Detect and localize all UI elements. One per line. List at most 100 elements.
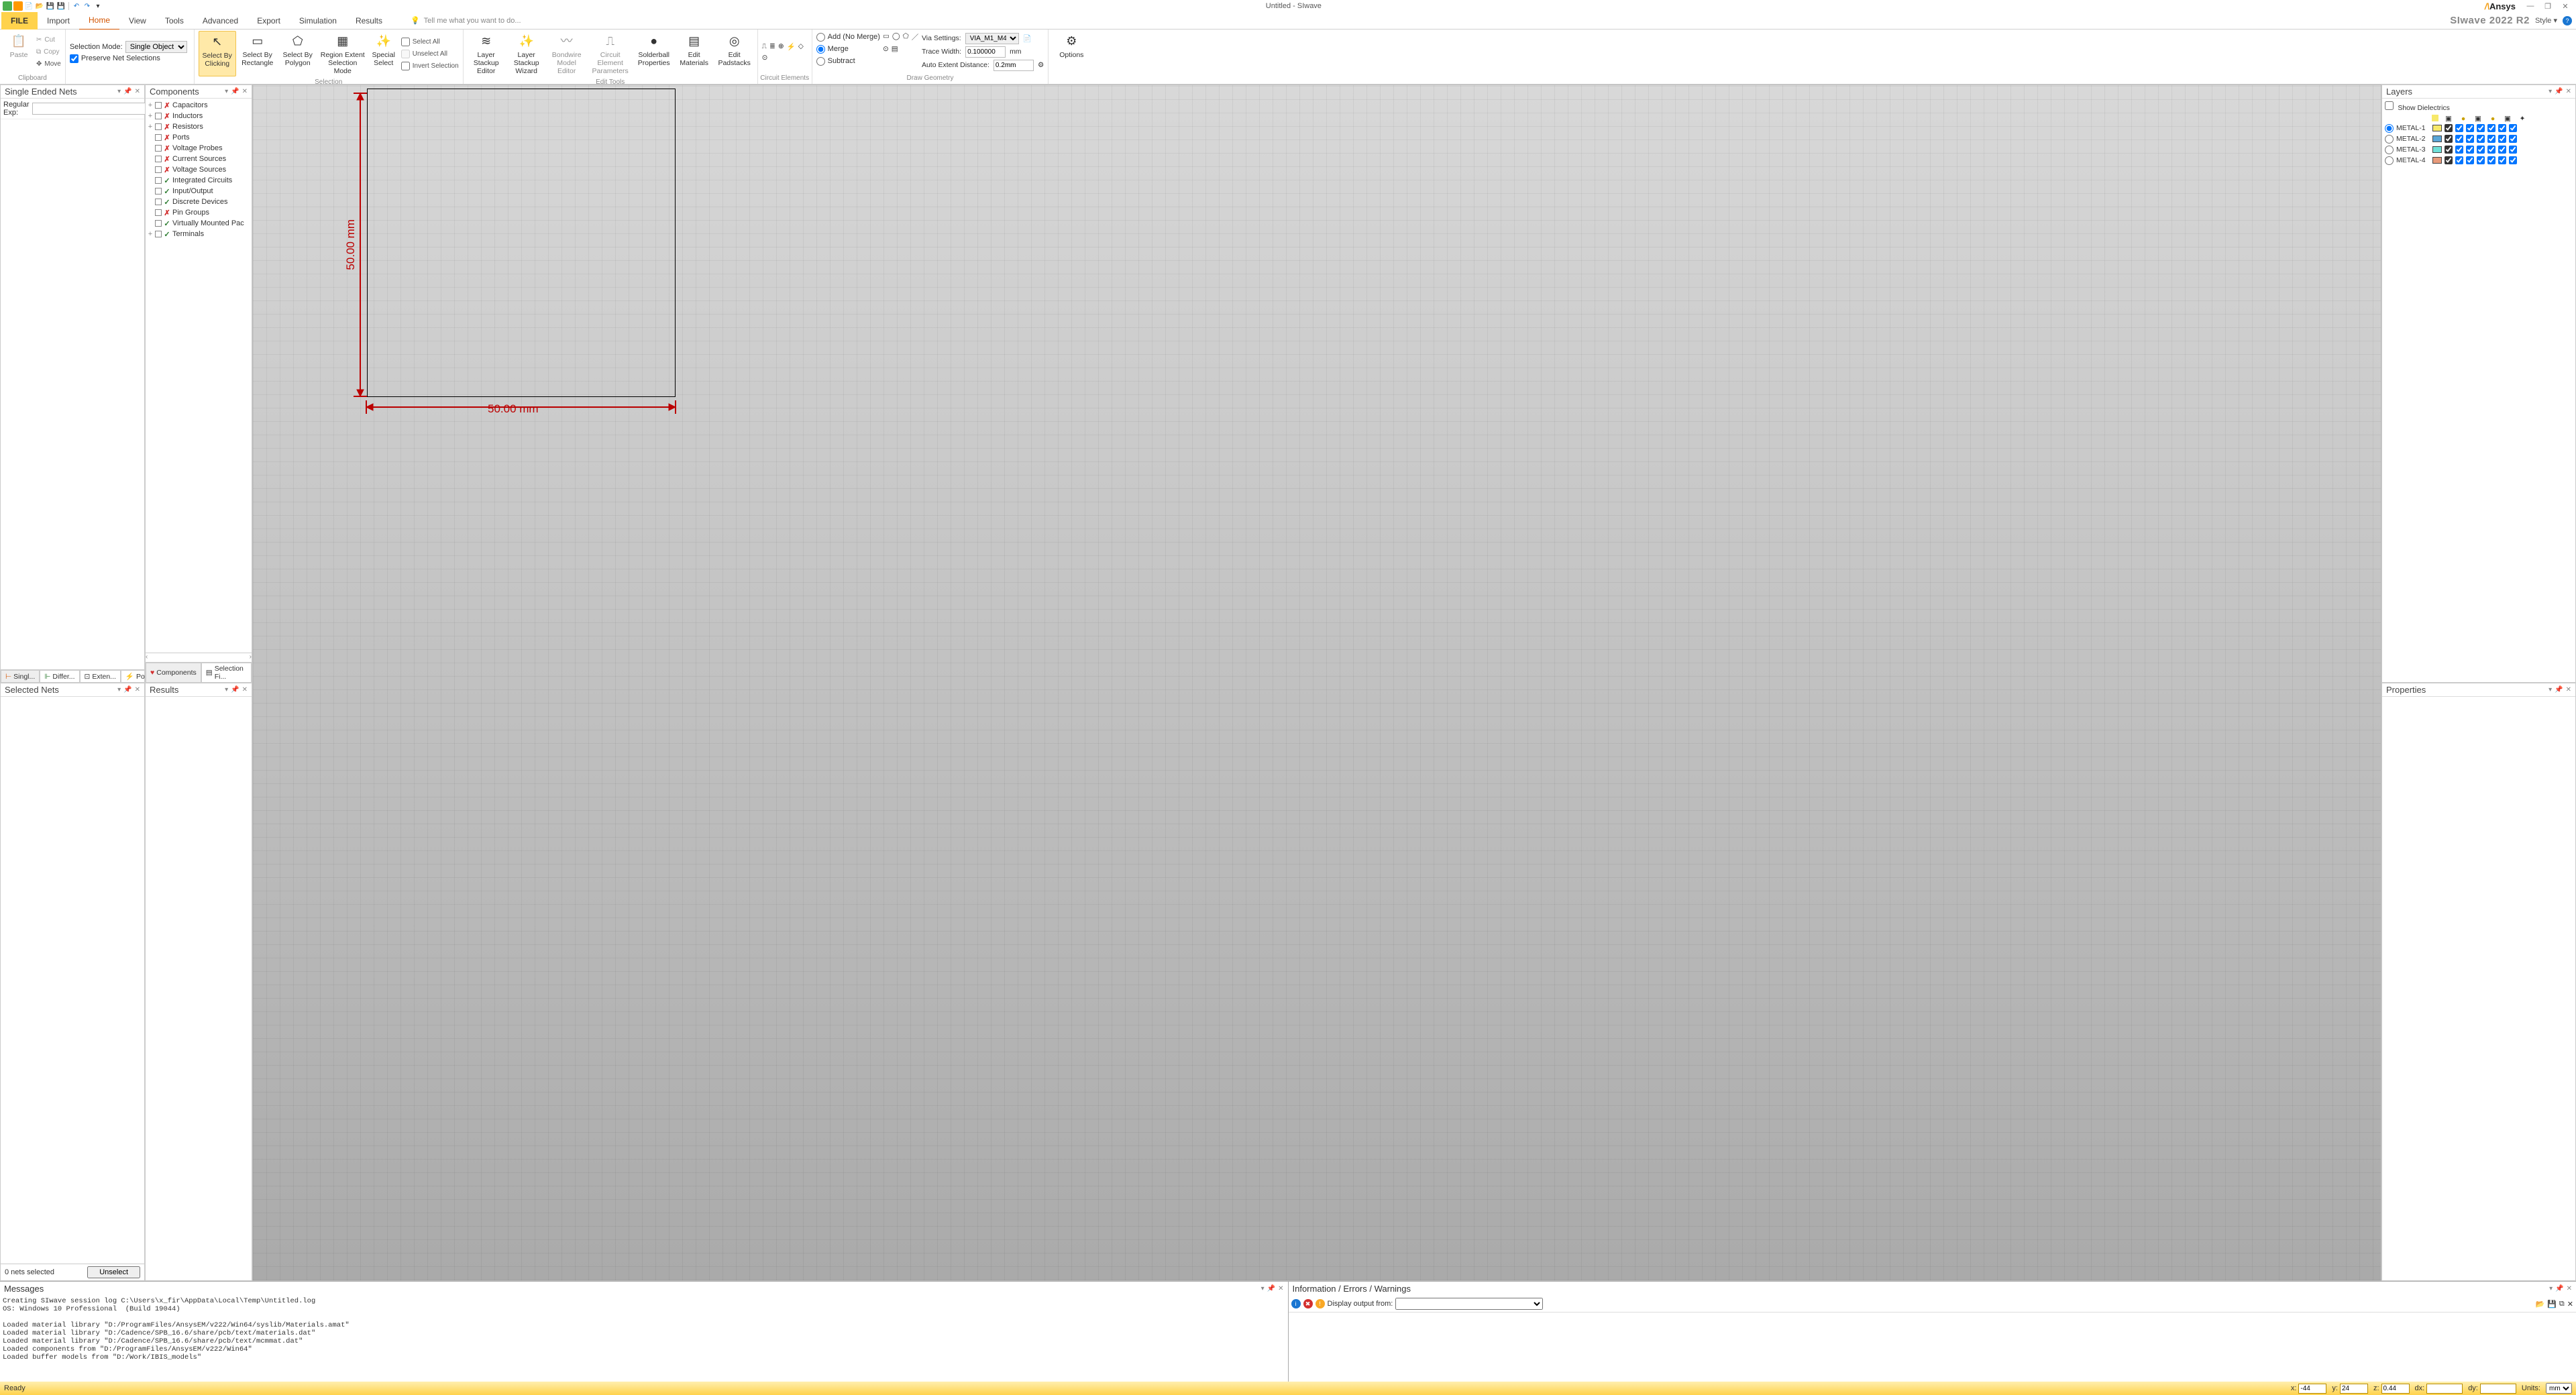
via-settings-select[interactable]: VIA_M1_M4 xyxy=(965,33,1019,44)
component-tree-item[interactable]: ✗Ports xyxy=(147,132,250,143)
draw-tool-icon-3[interactable]: ⬠ xyxy=(903,32,909,42)
regexp-input[interactable] xyxy=(32,103,152,115)
status-dy[interactable] xyxy=(2480,1384,2516,1394)
select-by-rectangle-button[interactable]: ▭Select By Rectangle xyxy=(239,31,276,76)
status-y[interactable] xyxy=(2340,1384,2368,1394)
extent-settings-icon[interactable]: ⚙ xyxy=(1038,61,1044,69)
components-tree[interactable]: +✗Capacitors+✗Inductors+✗Resistors ✗Port… xyxy=(146,99,252,653)
components-tab[interactable]: ♥Components xyxy=(146,663,201,682)
net-tab-diff[interactable]: ⊩Differ... xyxy=(40,670,79,682)
draw-tool-icon-5[interactable]: ⊙ xyxy=(883,45,889,53)
info-icon[interactable]: i xyxy=(1291,1299,1301,1308)
tab-export[interactable]: Export xyxy=(248,12,290,30)
tab-home[interactable]: Home xyxy=(79,11,119,30)
pin2-icon[interactable]: 📌 xyxy=(123,88,131,95)
component-tree-item[interactable]: ✗Pin Groups xyxy=(147,207,250,218)
component-tree-item[interactable]: +✗Capacitors xyxy=(147,100,250,111)
layer-row[interactable]: METAL-2 xyxy=(2385,133,2573,144)
warning-icon[interactable]: ! xyxy=(1316,1299,1325,1308)
layer-stackup-editor-button[interactable]: ≋Layer Stackup Editor xyxy=(468,31,505,76)
paste-button[interactable]: 📋 Paste xyxy=(4,31,34,72)
draw-tool-icon-4[interactable]: ／ xyxy=(912,32,919,42)
layer-row[interactable]: METAL-4 xyxy=(2385,155,2573,166)
circuit-elem-icon-5[interactable]: ◇ xyxy=(798,42,804,51)
special-select-button[interactable]: ✨Special Select xyxy=(369,31,398,76)
edit-materials-button[interactable]: ▤Edit Materials xyxy=(676,31,713,76)
component-tree-item[interactable]: ✗Voltage Sources xyxy=(147,164,250,175)
display-output-select[interactable] xyxy=(1395,1298,1543,1310)
pin-icon[interactable]: ▾ xyxy=(117,88,121,95)
qat-icon-1[interactable] xyxy=(3,1,12,11)
show-dielectrics-checkbox[interactable] xyxy=(2385,101,2394,110)
info-tool-1[interactable]: 📂 xyxy=(2536,1300,2545,1308)
bondwire-editor-button[interactable]: 〰Bondwire Model Editor xyxy=(548,31,586,76)
new-icon[interactable]: 📄 xyxy=(24,1,34,11)
tab-import[interactable]: Import xyxy=(38,12,79,30)
circuit-elem-icon-4[interactable]: ⚡ xyxy=(787,42,796,51)
preserve-net-checkbox[interactable] xyxy=(70,54,78,63)
save-as-icon[interactable]: 💾 xyxy=(56,1,66,11)
tab-file[interactable]: FILE xyxy=(1,12,38,30)
tab-tools[interactable]: Tools xyxy=(156,12,193,30)
trace-width-input[interactable] xyxy=(965,46,1006,58)
auto-extent-input[interactable] xyxy=(994,60,1034,71)
info-tool-3[interactable]: ⧉ xyxy=(2559,1300,2565,1308)
layer-row[interactable]: METAL-3 xyxy=(2385,144,2573,155)
select-by-polygon-button[interactable]: ⬠Select By Polygon xyxy=(279,31,317,76)
minimize-button[interactable]: — xyxy=(2522,2,2538,10)
select-all-checkbox[interactable] xyxy=(401,38,410,46)
tab-advanced[interactable]: Advanced xyxy=(193,12,248,30)
units-select[interactable]: mm xyxy=(2546,1383,2572,1394)
merge-radio[interactable] xyxy=(816,45,825,54)
qat-dropdown-icon[interactable]: ▾ xyxy=(93,1,103,11)
circuit-elem-icon-3[interactable]: ⊕ xyxy=(778,42,784,51)
help-icon[interactable]: ? xyxy=(2563,16,2572,25)
circuit-elem-icon-1[interactable]: ⎍ xyxy=(762,42,767,51)
component-tree-item[interactable]: ✓Discrete Devices xyxy=(147,197,250,207)
close-panel-icon[interactable]: ✕ xyxy=(135,88,140,95)
unselect-button[interactable]: Unselect xyxy=(87,1266,140,1278)
region-extent-button[interactable]: ▦Region Extent Selection Mode xyxy=(319,31,366,76)
layer-row[interactable]: METAL-1 xyxy=(2385,123,2573,133)
undo-icon[interactable]: ↶ xyxy=(72,1,81,11)
design-canvas[interactable]: 50.00 mm 50.00 mm xyxy=(252,85,2381,1281)
component-tree-item[interactable]: ✓Virtually Mounted Pac xyxy=(147,218,250,229)
draw-tool-icon-6[interactable]: ▤ xyxy=(892,45,898,53)
info-tool-4[interactable]: ✕ xyxy=(2567,1300,2573,1308)
component-tree-item[interactable]: +✗Inductors xyxy=(147,111,250,121)
options-button[interactable]: ⚙Options xyxy=(1053,31,1090,72)
close-button[interactable]: ✕ xyxy=(2557,2,2573,11)
edit-padstacks-button[interactable]: ◎Edit Padstacks xyxy=(716,31,753,76)
maximize-button[interactable]: ❐ xyxy=(2540,2,2556,11)
tab-simulation[interactable]: Simulation xyxy=(290,12,346,30)
component-tree-item[interactable]: ✗Voltage Probes xyxy=(147,143,250,154)
tab-results[interactable]: Results xyxy=(346,12,392,30)
info-tool-2[interactable]: 💾 xyxy=(2547,1300,2557,1308)
draw-tool-icon-1[interactable]: ▭ xyxy=(883,32,890,42)
tab-view[interactable]: View xyxy=(119,12,156,30)
net-tab-single[interactable]: ⊢Singl... xyxy=(1,670,40,682)
select-by-clicking-button[interactable]: ↖Select By Clicking xyxy=(199,31,236,76)
style-dropdown[interactable]: Style ▾ xyxy=(2535,16,2557,25)
unselect-all-checkbox[interactable] xyxy=(401,50,410,58)
selection-filters-tab[interactable]: ▤Selection Fi... xyxy=(201,663,252,682)
layer-stackup-wizard-button[interactable]: ✨Layer Stackup Wizard xyxy=(508,31,545,76)
open-icon[interactable]: 📂 xyxy=(35,1,44,11)
invert-selection-checkbox[interactable] xyxy=(401,62,410,70)
status-dx[interactable] xyxy=(2426,1384,2463,1394)
circuit-elem-icon-6[interactable]: ⊙ xyxy=(762,54,768,62)
circuit-elem-icon-2[interactable]: ≣ xyxy=(769,42,775,51)
solderball-button[interactable]: ●Solderball Properties xyxy=(635,31,673,76)
component-tree-item[interactable]: +✓Terminals xyxy=(147,229,250,239)
add-no-merge-radio[interactable] xyxy=(816,33,825,42)
copy-button[interactable]: Copy xyxy=(44,48,59,56)
status-z[interactable] xyxy=(2381,1384,2410,1394)
draw-tool-icon-2[interactable]: ◯ xyxy=(892,32,900,42)
cut-button[interactable]: Cut xyxy=(44,36,55,44)
circuit-element-params-button[interactable]: ⎍Circuit Element Parameters xyxy=(588,31,633,76)
via-add-icon[interactable]: 📄 xyxy=(1023,34,1032,43)
qat-icon-2[interactable] xyxy=(13,1,23,11)
error-icon[interactable]: ✖ xyxy=(1303,1299,1313,1308)
messages-output[interactable]: Creating SIwave session log C:\Users\x_f… xyxy=(0,1296,1288,1382)
save-icon[interactable]: 💾 xyxy=(46,1,55,11)
